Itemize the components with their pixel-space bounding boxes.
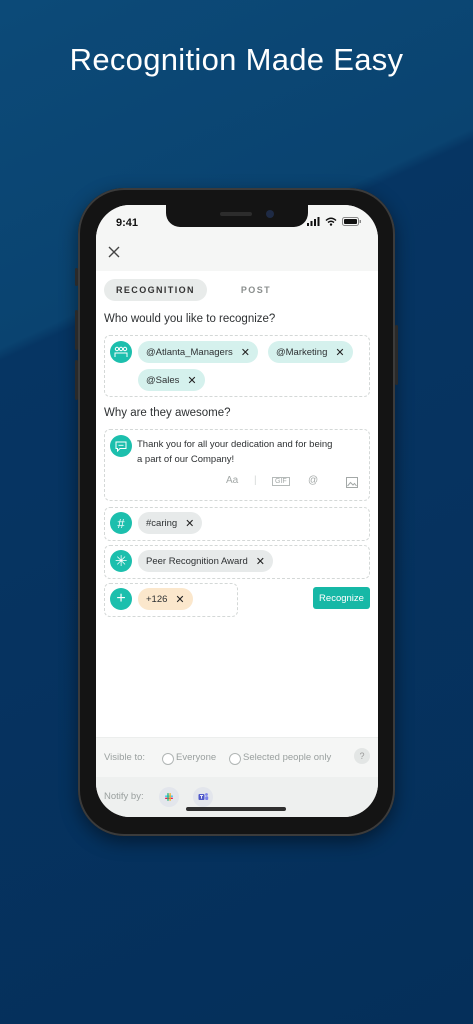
award-chip[interactable]: Peer Recognition Award ✕ — [138, 550, 273, 572]
slack-icon[interactable] — [159, 787, 179, 807]
tab-bar: RECOGNITION POST — [104, 279, 271, 301]
remove-icon[interactable]: ✕ — [175, 593, 184, 606]
selected-people-radio[interactable] — [229, 753, 241, 765]
battery-icon — [342, 217, 361, 226]
nav-bar — [96, 241, 378, 271]
close-icon[interactable] — [106, 244, 122, 260]
message-text: Thank you for all your dedication and fo… — [137, 437, 352, 467]
remove-icon[interactable]: ✕ — [241, 346, 250, 359]
recipient-chip-label: @Marketing — [276, 346, 328, 358]
phone-side-button — [75, 360, 78, 400]
plus-icon: + — [110, 588, 132, 610]
status-time: 9:41 — [116, 217, 139, 229]
mention-icon[interactable]: @ — [308, 475, 318, 486]
recipient-chip[interactable]: @Atlanta_Managers ✕ — [138, 341, 258, 363]
selected-people-label[interactable]: Selected people only — [243, 752, 331, 763]
everyone-label[interactable]: Everyone — [176, 752, 216, 763]
camera — [266, 210, 274, 218]
award-chip-label: Peer Recognition Award — [146, 555, 248, 567]
phone-side-button — [395, 325, 398, 385]
teams-icon[interactable] — [193, 787, 213, 807]
status-bar: 9:41 — [96, 205, 378, 241]
visibility-label: Visible to: — [104, 752, 146, 763]
recipient-chip-label: @Atlanta_Managers — [146, 346, 233, 358]
hashtag-chip-label: #caring — [146, 517, 178, 529]
reason-question: Why are they awesome? — [104, 407, 231, 419]
help-icon[interactable]: ? — [354, 748, 370, 764]
phone-side-button — [75, 310, 78, 350]
signal-icon — [307, 217, 320, 226]
status-icons — [307, 217, 362, 226]
headline: Recognition Made Easy — [69, 42, 404, 77]
recognize-button[interactable]: Recognize — [313, 587, 370, 609]
toolbar-divider: | — [254, 475, 257, 486]
remove-icon[interactable]: ✕ — [187, 374, 196, 387]
message-icon — [110, 435, 132, 457]
image-icon[interactable] — [346, 477, 358, 488]
points-chip-label: +126 — [146, 593, 168, 605]
remove-icon[interactable]: ✕ — [256, 555, 265, 568]
tab-post[interactable]: POST — [241, 285, 271, 295]
points-chip[interactable]: +126 ✕ — [138, 588, 193, 610]
notify-bar: Notify by: — [96, 777, 378, 817]
everyone-radio[interactable] — [162, 753, 174, 765]
message-line: a part of our Company! — [137, 454, 235, 465]
remove-icon[interactable]: ✕ — [335, 346, 344, 359]
recipient-chip-label: @Sales — [146, 374, 180, 386]
remove-icon[interactable]: ✕ — [185, 517, 194, 530]
tab-recognition[interactable]: RECOGNITION — [104, 279, 207, 301]
hashtag-icon: # — [110, 512, 132, 534]
speaker — [220, 212, 252, 216]
group-icon — [110, 341, 132, 363]
award-icon: ✳ — [110, 550, 132, 572]
gif-icon[interactable]: GIF — [272, 477, 290, 486]
wifi-icon — [325, 217, 337, 226]
notify-label: Notify by: — [104, 791, 144, 802]
visibility-bar: Visible to: Everyone Selected people onl… — [96, 737, 378, 778]
message-line: Thank you for all your dedication and fo… — [137, 439, 333, 450]
phone-side-button — [75, 268, 78, 286]
app-screen: 9:41 RECOGNITION POST Who would you like… — [96, 205, 378, 817]
text-format-icon[interactable]: Aa — [226, 475, 238, 486]
recipients-question: Who would you like to recognize? — [104, 313, 276, 325]
hashtag-chip[interactable]: #caring ✕ — [138, 512, 203, 534]
phone-notch — [166, 205, 308, 227]
recipient-chip[interactable]: @Marketing ✕ — [268, 341, 353, 363]
home-indicator — [186, 807, 286, 811]
recipient-chip[interactable]: @Sales ✕ — [138, 369, 205, 391]
